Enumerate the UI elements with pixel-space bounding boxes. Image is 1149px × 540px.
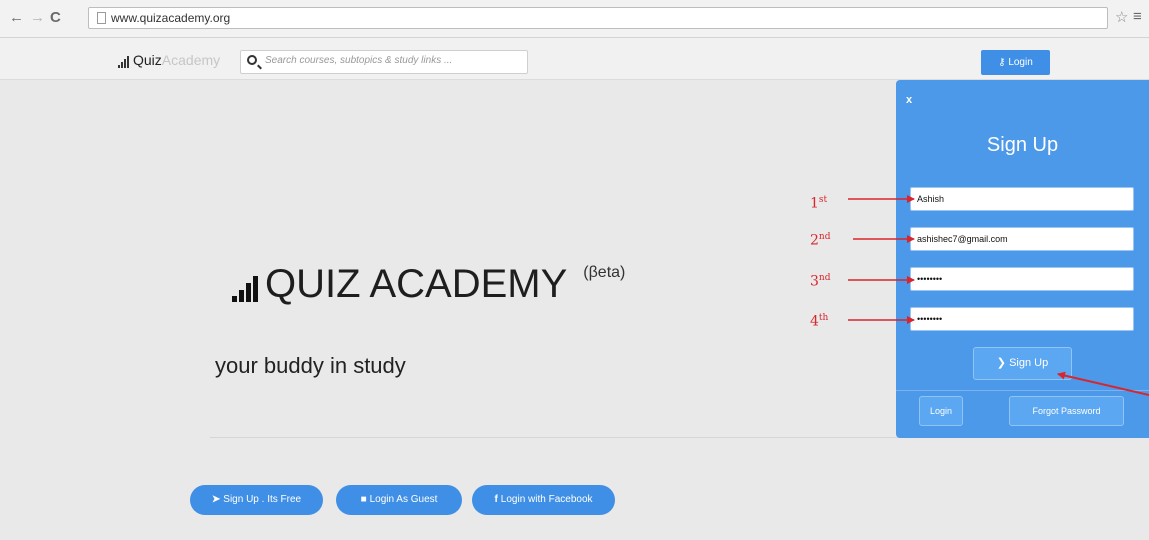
login-guest-button[interactable]: ■ Login As Guest — [336, 485, 462, 515]
login-facebook-label: Login with Facebook — [500, 494, 593, 505]
tagline: your buddy in study — [215, 353, 406, 378]
back-arrow-icon[interactable]: ← — [9, 9, 24, 27]
name-field[interactable]: Ashish — [910, 187, 1134, 211]
login-label: Login — [1008, 57, 1033, 68]
annotation-1-num: 1 — [810, 195, 819, 212]
login-guest-label: Login As Guest — [369, 494, 438, 505]
brand-name-sub: Academy — [161, 52, 221, 68]
login-facebook-button[interactable]: f Login with Facebook — [472, 485, 615, 515]
search-input[interactable] — [265, 55, 523, 66]
annotation-2-num: 2 — [810, 232, 819, 249]
hamburger-menu-icon[interactable]: ≡ — [1133, 8, 1142, 25]
annotation-2: 2nd — [810, 232, 830, 249]
star-icon[interactable]: ☆ — [1115, 8, 1128, 26]
signup-free-button[interactable]: ➤ Sign Up . Its Free — [190, 485, 323, 515]
forgot-password-button[interactable]: Forgot Password — [1009, 396, 1124, 426]
close-icon[interactable]: x — [906, 94, 912, 106]
signal-bars-icon — [118, 56, 129, 68]
annotation-1-suffix: st — [818, 195, 828, 205]
reload-icon[interactable]: C — [50, 9, 61, 27]
annotation-3-num: 3 — [810, 273, 819, 290]
search-box[interactable] — [240, 50, 528, 74]
beta-label: (βeta) — [583, 264, 626, 281]
forward-arrow-icon[interactable]: → — [30, 9, 45, 27]
email-field[interactable]: ashishec7@gmail.com — [910, 227, 1134, 251]
guest-icon: ■ — [360, 494, 367, 505]
annotation-4: 4th — [810, 313, 828, 330]
annotation-1: 1st — [810, 195, 827, 212]
signup-submit-button[interactable]: ❯ Sign Up — [973, 347, 1072, 380]
login-button[interactable]: ⚷ Login — [981, 50, 1050, 75]
brand-logo[interactable]: Quiz Academy — [118, 52, 220, 68]
annotation-4-num: 4 — [810, 313, 819, 330]
signal-bars-icon — [232, 276, 258, 302]
site-navbar: Quiz Academy ⚷ Login — [0, 38, 1149, 80]
hero-title: QUIZ ACADEMY — [265, 262, 568, 306]
url-text[interactable]: www.quizacademy.org — [111, 11, 230, 25]
annotation-2-suffix: nd — [818, 232, 831, 242]
signup-free-label: Sign Up . Its Free — [223, 494, 302, 505]
hero-logo: QUIZ ACADEMY (βeta) — [232, 262, 625, 306]
browser-toolbar: ← → C www.quizacademy.org ☆ ≡ — [0, 0, 1149, 38]
annotation-4-suffix: th — [818, 313, 829, 323]
signup-icon: ➤ — [211, 494, 221, 505]
search-icon — [247, 55, 257, 65]
password-field[interactable]: •••••••• — [910, 267, 1134, 291]
signup-panel: x Sign Up Ashish ashishec7@gmail.com •••… — [896, 80, 1149, 438]
signup-submit-label: Sign Up — [1009, 357, 1049, 369]
signup-title: Sign Up — [986, 134, 1059, 156]
chevron-right-icon: ❯ — [996, 357, 1010, 369]
panel-divider — [896, 390, 1149, 391]
annotation-3-suffix: nd — [818, 273, 831, 283]
annotation-3: 3nd — [810, 273, 830, 290]
page-icon — [97, 12, 106, 24]
confirm-password-field[interactable]: •••••••• — [910, 307, 1134, 331]
address-bar[interactable]: www.quizacademy.org — [88, 7, 1108, 29]
brand-name: Quiz — [133, 52, 162, 68]
key-icon: ⚷ — [998, 57, 1009, 68]
panel-login-button[interactable]: Login — [919, 396, 963, 426]
divider — [210, 437, 900, 438]
facebook-icon: f — [494, 494, 498, 505]
